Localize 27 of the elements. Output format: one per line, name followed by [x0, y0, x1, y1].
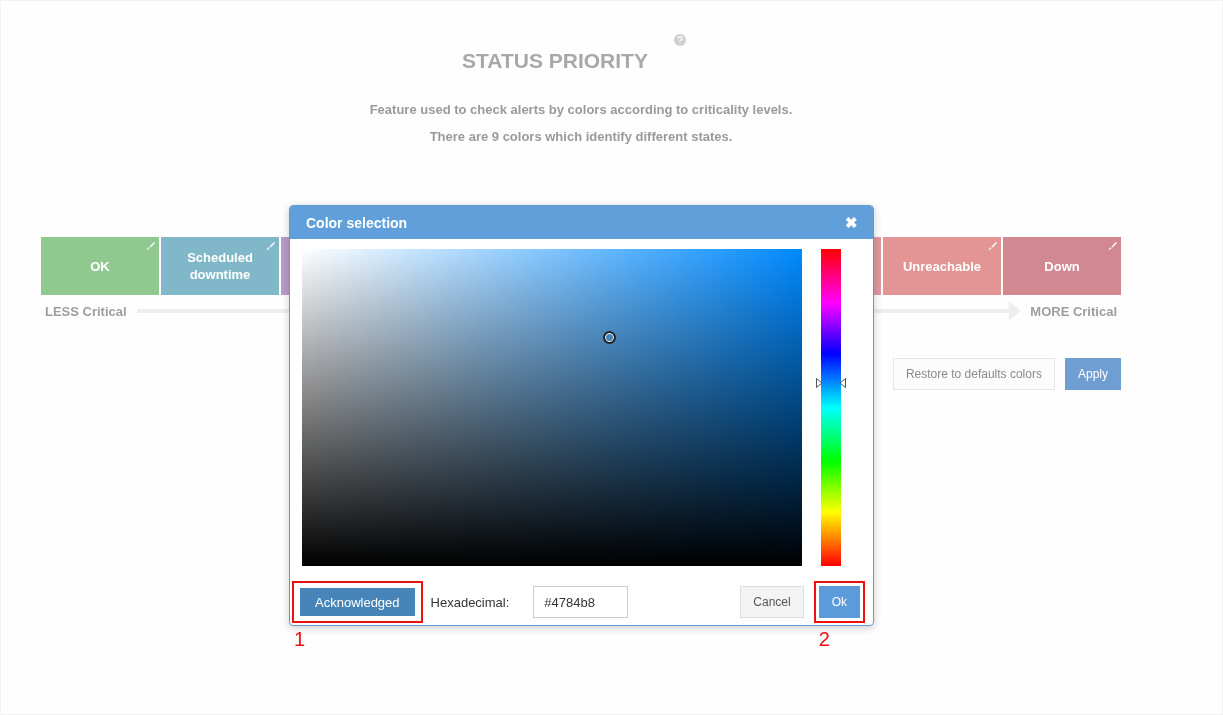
- scale-label: LESS Critical: [45, 303, 127, 319]
- status-tile[interactable]: Scheduled downtime: [161, 237, 279, 295]
- page-button[interactable]: Apply: [1064, 358, 1121, 390]
- dialog-title: Color selection: [306, 214, 408, 231]
- hex-label: Hexadecimal:: [430, 594, 510, 610]
- status-tile[interactable]: OK: [41, 237, 159, 295]
- status-tile[interactable]: Down: [1003, 237, 1121, 295]
- scale-label: MORE Critical: [1030, 303, 1117, 319]
- annotation-number: 1: [294, 628, 306, 651]
- page-button[interactable]: Restore to defaults colors: [892, 358, 1055, 390]
- brush-icon[interactable]: [987, 241, 997, 251]
- brush-icon[interactable]: [265, 241, 275, 251]
- status-tile[interactable]: Unreachable: [883, 237, 1001, 295]
- cancel-button[interactable]: Cancel: [740, 586, 804, 618]
- description-text: Feature used to check alerts by colors according to criticality levels.: [368, 101, 794, 119]
- annotation-number: 2: [818, 628, 830, 651]
- hex-input[interactable]: #4784b8: [533, 586, 629, 618]
- close-button[interactable]: ✖: [845, 215, 858, 230]
- state-button[interactable]: Acknowledged: [300, 588, 415, 616]
- brush-icon[interactable]: [145, 241, 155, 251]
- ok-button[interactable]: Ok: [818, 586, 860, 618]
- color-marker[interactable]: [603, 331, 617, 345]
- color-area[interactable]: [302, 249, 802, 566]
- description-text: There are 9 colors which identify different states.: [428, 128, 734, 146]
- help-icon[interactable]: [673, 34, 686, 46]
- page-title: STATUS PRIORITY: [462, 49, 648, 73]
- brush-icon[interactable]: [1107, 241, 1117, 251]
